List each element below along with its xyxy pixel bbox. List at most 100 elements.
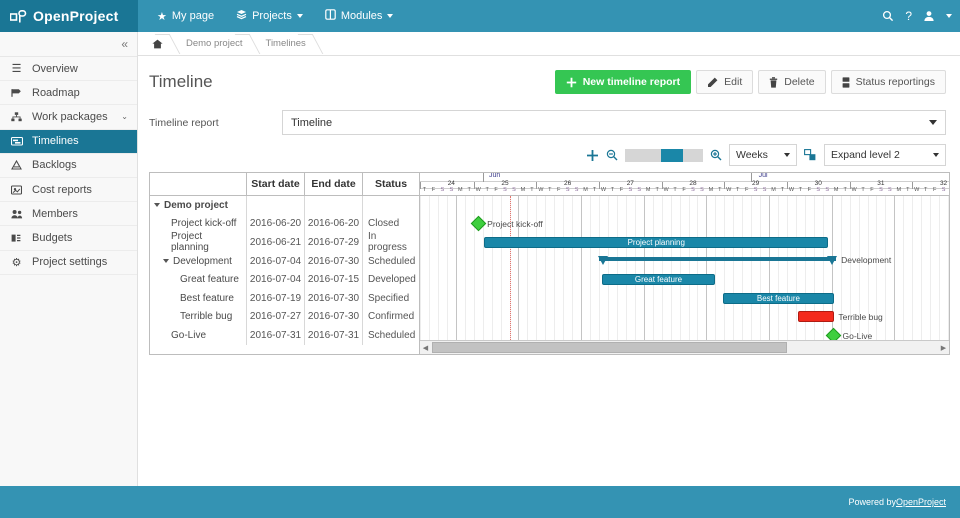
breadcrumb-item-timelines[interactable]: Timelines	[254, 32, 317, 56]
button-label: Edit	[724, 76, 743, 88]
collapse-toggle-icon[interactable]	[163, 259, 169, 264]
zoom-in-icon[interactable]	[710, 149, 722, 161]
timeline-report-select[interactable]: Timeline	[282, 110, 946, 135]
status-icon	[842, 76, 850, 88]
row-end-date: 2016-06-20	[304, 214, 362, 234]
footer-text: Powered by	[848, 497, 896, 507]
sidebar-item-backlogs[interactable]: Backlogs	[0, 154, 137, 178]
sidebar-item-cost-reports[interactable]: Cost reports	[0, 178, 137, 203]
gantt-bar[interactable]: Terrible bug	[797, 311, 883, 323]
gantt-bar[interactable]: Great feature	[601, 273, 716, 285]
column-header-start-date[interactable]: Start date	[246, 173, 304, 195]
row-start-date: 2016-07-04	[246, 270, 304, 289]
gantt-bar[interactable]: Best feature	[722, 292, 835, 304]
day-letter-label: T	[861, 186, 865, 193]
sidebar-collapse-button[interactable]: «	[0, 32, 137, 56]
day-letter-label: F	[807, 186, 811, 193]
app-logo[interactable]: OpenProject	[0, 0, 138, 32]
column-header-status[interactable]: Status	[362, 173, 419, 195]
breadcrumb-home[interactable]	[148, 32, 174, 56]
table-row[interactable]: Development 2016-07-04 2016-07-30 Schedu…	[150, 251, 419, 271]
table-row[interactable]: Demo project	[150, 196, 419, 215]
expand-level-select[interactable]: Expand level 2	[824, 144, 946, 166]
zoom-slider[interactable]	[625, 148, 703, 162]
sidebar-item-overview[interactable]: ☰ Overview	[0, 57, 137, 82]
gantt-month-band: Jun Jul	[420, 173, 949, 182]
table-row[interactable]: Go-Live 2016-07-31 2016-07-31 Scheduled	[150, 326, 419, 345]
day-letter-label: M	[896, 186, 902, 193]
timeline-gantt: Start date End date Status Demo project	[149, 172, 950, 355]
table-row[interactable]: Best feature 2016-07-19 2016-07-30 Speci…	[150, 288, 419, 308]
search-icon[interactable]	[882, 10, 894, 22]
table-row[interactable]: Great feature 2016-07-04 2016-07-15 Deve…	[150, 270, 419, 289]
day-letter-label: W	[538, 186, 544, 193]
sidebar-item-budgets[interactable]: Budgets	[0, 226, 137, 251]
week-separator	[786, 182, 788, 189]
row-end-date: 2016-07-29	[304, 233, 362, 252]
footer-openproject-link[interactable]: OpenProject	[896, 497, 946, 507]
topnav-modules[interactable]: Modules	[316, 0, 403, 32]
row-start-date: 2016-07-04	[246, 251, 304, 271]
sidebar-item-timelines[interactable]: Timelines	[0, 129, 137, 154]
button-label: New timeline report	[582, 76, 681, 88]
collapse-toggle-icon[interactable]	[154, 203, 160, 208]
day-letter-label: M	[771, 186, 776, 193]
day-letter-label: T	[780, 186, 785, 193]
summary-bar[interactable]: Development	[598, 255, 891, 266]
zoom-unit-select[interactable]: Weeks	[729, 144, 797, 166]
outline-icon[interactable]	[804, 149, 817, 161]
day-letter-label: S	[816, 186, 821, 193]
week-separator	[473, 182, 475, 189]
gantt-bar[interactable]: Project planning	[484, 236, 829, 248]
sidebar-menu: ☰ Overview Roadmap Work packages ⌄ Timel…	[0, 56, 137, 275]
delete-button[interactable]: Delete	[758, 70, 826, 94]
week-separator	[849, 182, 851, 189]
table-row[interactable]: Terrible bug 2016-07-27 2016-07-30 Confi…	[150, 307, 419, 327]
user-avatar-icon[interactable]	[923, 10, 935, 22]
zoom-out-icon[interactable]	[606, 149, 618, 161]
sidebar-item-members[interactable]: Members	[0, 202, 137, 227]
day-letter-label: M	[520, 186, 526, 193]
edit-button[interactable]: Edit	[696, 70, 754, 94]
month-label: Jun	[488, 173, 501, 179]
gantt-gridline	[813, 196, 815, 354]
star-icon: ★	[157, 10, 167, 23]
sidebar-item-work-packages[interactable]: Work packages ⌄	[0, 105, 137, 130]
table-row[interactable]: Project planning 2016-06-21 2016-07-29 I…	[150, 231, 419, 254]
user-menu-caret-icon[interactable]	[946, 14, 952, 18]
day-letter-label: S	[691, 186, 695, 193]
day-letter-label: S	[565, 186, 570, 193]
bar-label: Terrible bug	[838, 311, 883, 322]
add-icon[interactable]	[586, 149, 599, 162]
sidebar-item-label: Backlogs	[32, 159, 77, 172]
scrollbar-thumb[interactable]	[432, 342, 787, 353]
row-name: Project planning	[171, 231, 209, 254]
topnav-my-page[interactable]: ★ My page	[148, 0, 223, 32]
topnav-projects[interactable]: Projects	[227, 0, 312, 32]
scroll-right-arrow-icon[interactable]: ▶	[938, 344, 949, 352]
status-reportings-button[interactable]: Status reportings	[830, 70, 946, 94]
sidebar-item-roadmap[interactable]: Roadmap	[0, 81, 137, 106]
day-letter-label: M	[708, 186, 714, 193]
new-timeline-report-button[interactable]: New timeline report	[554, 70, 692, 94]
hierarchy-icon	[10, 112, 23, 122]
day-letter-label: T	[718, 186, 722, 193]
gantt-gridline	[581, 196, 583, 354]
expand-level-value: Expand level 2	[831, 149, 900, 161]
gantt-horizontal-scrollbar[interactable]: ◀ ▶	[420, 340, 949, 354]
openproject-timeline-page: OpenProject ★ My page Projects Modules ?…	[0, 0, 960, 518]
breadcrumb-item-demo-project[interactable]: Demo project	[174, 32, 254, 56]
week-separator	[661, 182, 663, 189]
sidebar-item-project-settings[interactable]: ⚙ Project settings	[0, 251, 137, 275]
zoom-slider-thumb[interactable]	[660, 148, 683, 162]
column-header-end-date[interactable]: End date	[304, 173, 362, 195]
scroll-left-arrow-icon[interactable]: ◀	[420, 344, 431, 352]
chevron-down-icon[interactable]: ⌄	[121, 112, 128, 121]
day-letter-label: T	[843, 186, 847, 193]
day-letter-label: S	[700, 186, 704, 193]
help-icon[interactable]: ?	[905, 9, 912, 23]
day-letter-label: W	[851, 186, 857, 193]
scrollbar-track[interactable]	[431, 342, 938, 353]
table-row[interactable]: Project kick-off 2016-06-20 2016-06-20 C…	[150, 214, 419, 234]
row-end-date: 2016-07-30	[304, 251, 362, 271]
